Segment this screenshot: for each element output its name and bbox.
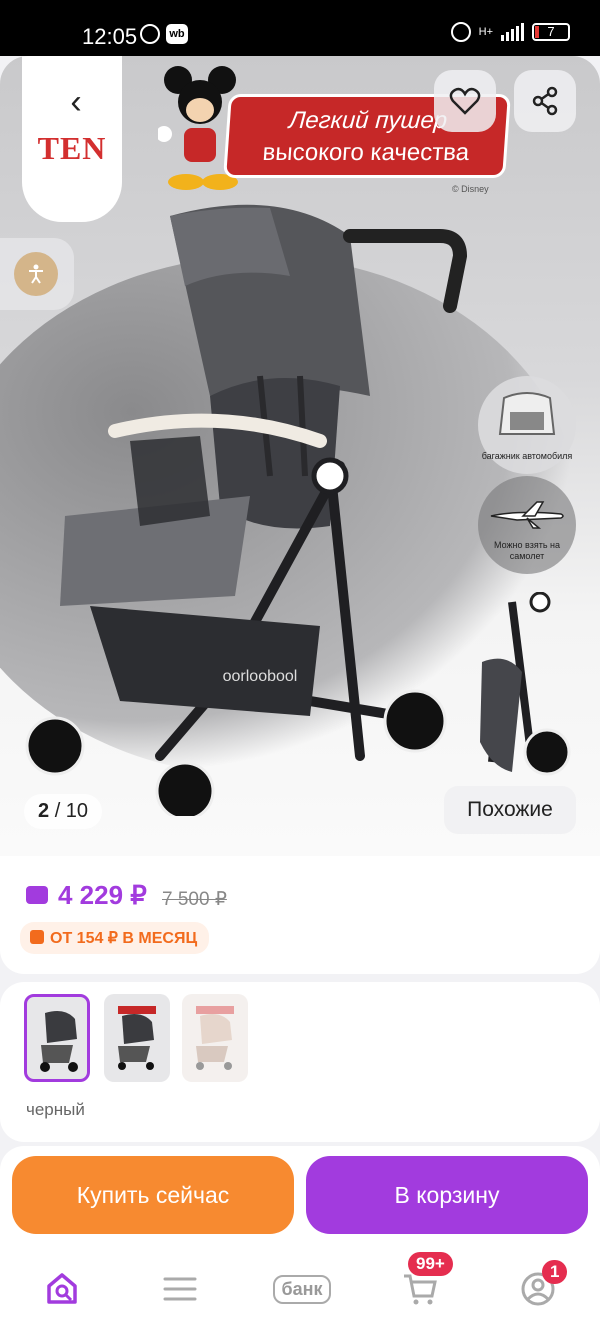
disney-copyright: © Disney <box>452 184 489 194</box>
variants-card: черный <box>0 982 600 1142</box>
feature-trunk-label: багажник автомобиля <box>481 451 573 461</box>
nav-catalog[interactable] <box>150 1264 210 1314</box>
variant-thumb-3[interactable] <box>182 994 248 1082</box>
car-trunk-icon <box>498 392 556 435</box>
stroller-image: oorloobool <box>25 204 468 816</box>
feature-trunk: багажник автомобиля <box>478 376 576 474</box>
variant-beige-image <box>196 1006 234 1070</box>
status-time: 12:05 <box>82 24 138 49</box>
nav-home[interactable] <box>32 1264 92 1314</box>
back-button[interactable]: ‹ <box>52 80 100 128</box>
wb-app-icon: wb <box>166 24 188 44</box>
wallet-icon <box>26 886 48 904</box>
buy-now-button[interactable]: Купить сейчас <box>12 1156 294 1234</box>
variant-thumb-1[interactable] <box>24 994 90 1082</box>
whatsapp-icon <box>140 24 160 44</box>
battery-icon: 7 <box>532 23 570 41</box>
stroller-brand-logo: oorloobool <box>223 668 298 685</box>
installment-icon <box>30 930 44 944</box>
add-to-cart-button[interactable]: В корзину <box>306 1156 588 1234</box>
price-card: 4 229 ₽ 7 500 ₽ ОТ 154 ₽ В МЕСЯЦ <box>0 856 600 974</box>
share-button[interactable] <box>514 70 576 132</box>
promo-line-2: высокого качества <box>261 139 471 166</box>
status-right: H+ 7 <box>450 22 570 42</box>
installment-text: ОТ 154 ₽ В МЕСЯЦ <box>50 930 198 947</box>
battery-level: 7 <box>547 24 555 39</box>
status-bar: 12:05 wb H+ 7 <box>0 0 600 56</box>
cart-icon <box>404 1274 437 1305</box>
nav-bank[interactable]: банк <box>262 1264 342 1314</box>
share-icon <box>532 86 558 116</box>
price-old: 7 500 ₽ <box>162 889 227 910</box>
brand-logo: TEN <box>37 130 107 166</box>
action-bar: Купить сейчас В корзину <box>0 1146 600 1246</box>
bank-label: банк <box>273 1274 331 1304</box>
variant-label: черный <box>26 1100 85 1119</box>
cart-badge: 99+ <box>408 1252 453 1276</box>
signal-icon <box>501 23 524 41</box>
gallery-counter: 2 / 10 <box>24 794 103 829</box>
bottom-nav: банк 99+ 1 <box>0 1246 600 1332</box>
airplane-icon <box>490 501 564 529</box>
gallery-current: 2 <box>38 800 50 822</box>
favorite-button[interactable] <box>434 70 496 132</box>
accessibility-icon <box>14 252 58 296</box>
variant-thumb-2[interactable] <box>104 994 170 1082</box>
alarm-icon <box>450 22 471 42</box>
notification-icons: wb <box>140 24 188 44</box>
menu-icon <box>163 1277 197 1301</box>
feature-plane-label: Можно взять на самолет <box>494 540 560 561</box>
feature-plane: Можно взять на самолет <box>478 476 576 574</box>
similar-button[interactable]: Похожие <box>444 786 576 834</box>
installment-badge[interactable]: ОТ 154 ₽ В МЕСЯЦ <box>20 922 210 954</box>
folded-stroller-image <box>480 592 571 776</box>
gallery-total: / 10 <box>54 800 89 822</box>
heart-icon <box>449 87 481 115</box>
network-type: H+ <box>478 26 493 38</box>
home-search-icon <box>47 1273 77 1304</box>
accessibility-button[interactable] <box>0 238 74 310</box>
brand-badge: ‹ TEN <box>22 56 122 222</box>
variant-black-image <box>40 1011 78 1072</box>
product-gallery[interactable]: oorloobool ‹ TEN Легкий пушер высокого к… <box>0 56 600 856</box>
price-current: 4 229 ₽ <box>58 880 147 910</box>
variant-black-red-image <box>118 1006 156 1070</box>
chevron-left-icon: ‹ <box>70 83 82 121</box>
